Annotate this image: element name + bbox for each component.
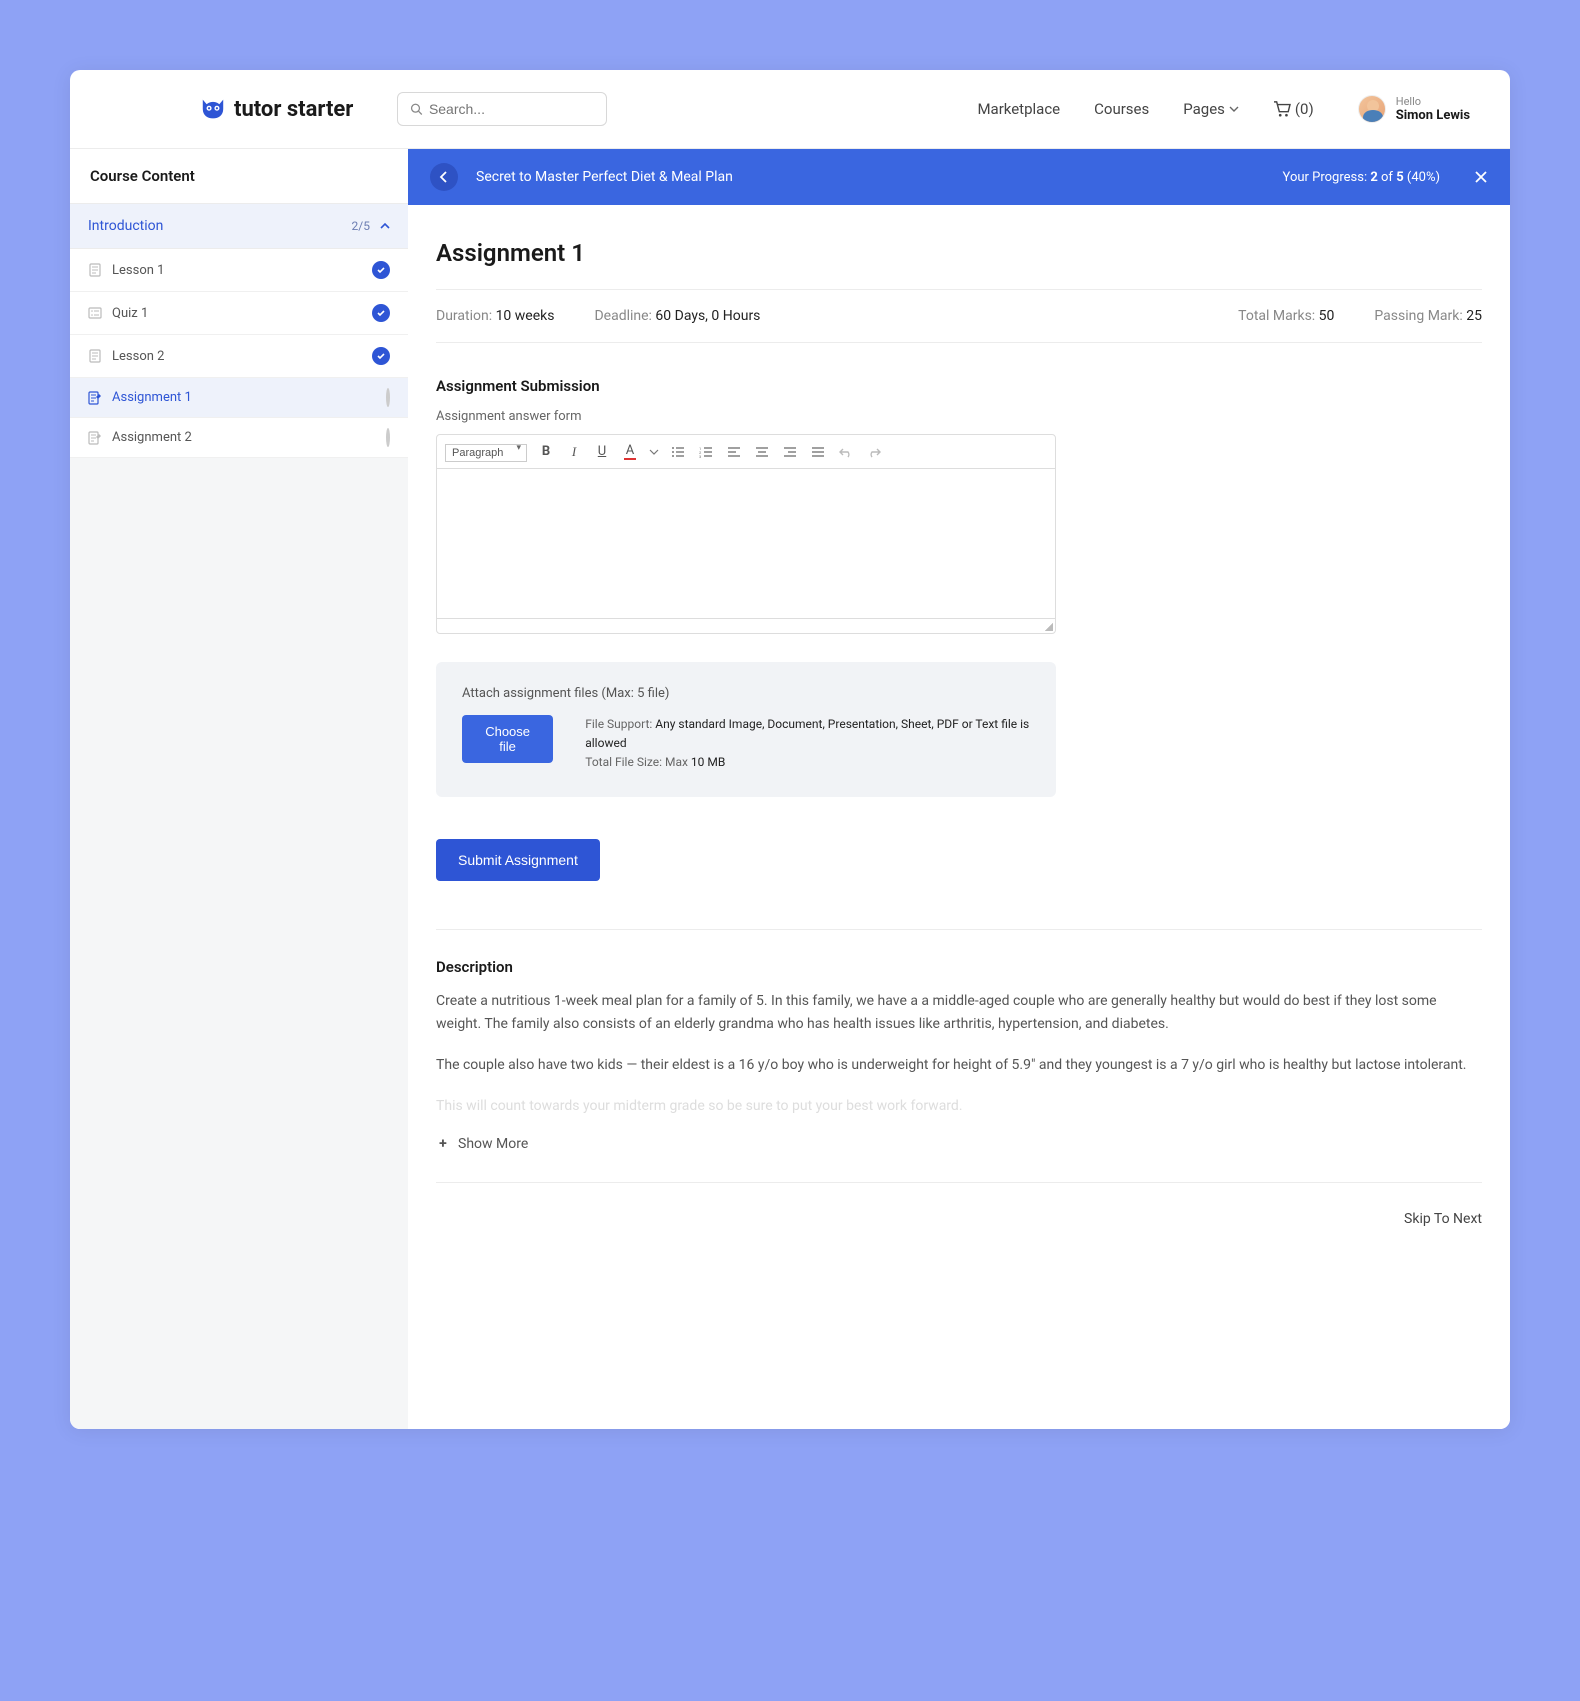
sidebar-item-label: Lesson 1 — [112, 263, 164, 278]
user-text: Hello Simon Lewis — [1396, 95, 1470, 123]
description-title: Description — [436, 958, 1482, 976]
search-box[interactable] — [397, 92, 607, 126]
align-left-button[interactable] — [725, 443, 743, 461]
page-title: Assignment 1 — [436, 239, 1482, 267]
search-icon — [410, 102, 423, 116]
editor: Paragraph B I U A 123 — [436, 434, 1056, 634]
cart-icon — [1273, 101, 1291, 117]
main: Secret to Master Perfect Diet & Meal Pla… — [408, 149, 1510, 1429]
plus-icon: + — [436, 1137, 450, 1151]
user-name: Simon Lewis — [1396, 108, 1470, 123]
cart-count: (0) — [1295, 100, 1314, 118]
content: Assignment 1 Duration: 10 weeks Deadline… — [408, 205, 1510, 1261]
section-introduction[interactable]: Introduction 2/5 — [70, 204, 408, 249]
svg-text:3: 3 — [699, 454, 701, 458]
close-button[interactable] — [1474, 170, 1488, 184]
description-p3: This will count towards your midterm gra… — [436, 1095, 1482, 1118]
show-more-button[interactable]: + Show More — [436, 1136, 1482, 1152]
section-progress: 2/5 — [352, 219, 370, 233]
submit-assignment-button[interactable]: Submit Assignment — [436, 839, 600, 881]
nav-marketplace[interactable]: Marketplace — [977, 100, 1060, 118]
close-icon — [1474, 170, 1488, 184]
italic-button[interactable]: I — [565, 443, 583, 461]
meta-deadline: Deadline: 60 Days, 0 Hours — [594, 308, 760, 324]
progress-text: Your Progress: 2 of 5 (40%) — [1283, 170, 1440, 185]
meta-passing-mark: Passing Mark: 25 — [1374, 308, 1482, 324]
sidebar-item-assignment-1[interactable]: Assignment 1 — [70, 378, 408, 418]
sidebar: Course Content Introduction 2/5 Lesson 1… — [70, 149, 408, 1429]
search-input[interactable] — [429, 101, 594, 117]
back-button[interactable] — [430, 163, 458, 191]
chevron-up-icon — [380, 221, 390, 231]
meta-duration: Duration: 10 weeks — [436, 308, 554, 324]
nav-pages-label: Pages — [1183, 100, 1225, 118]
paragraph-select[interactable]: Paragraph — [445, 444, 527, 462]
form-label: Assignment answer form — [436, 409, 1482, 424]
topnav: Marketplace Courses Pages (0) Hello Simo… — [977, 95, 1470, 123]
attach-title: Attach assignment files (Max: 5 file) — [462, 686, 1030, 701]
redo-button[interactable] — [865, 443, 883, 461]
sidebar-item-assignment-2[interactable]: Assignment 2 — [70, 418, 408, 458]
section-title: Introduction — [88, 218, 163, 234]
file-info: File Support: Any standard Image, Docume… — [585, 715, 1030, 773]
chevron-left-icon — [439, 171, 449, 183]
underline-button[interactable]: U — [593, 443, 611, 461]
numbered-list-button[interactable]: 123 — [697, 443, 715, 461]
user-greeting: Hello — [1396, 95, 1470, 108]
bold-button[interactable]: B — [537, 443, 555, 461]
nav-pages[interactable]: Pages — [1183, 100, 1239, 118]
description-p2: The couple also have two kids — their el… — [436, 1054, 1482, 1077]
assignment-icon — [88, 391, 102, 405]
choose-file-button[interactable]: Choose file — [462, 715, 553, 763]
sidebar-header: Course Content — [70, 149, 408, 204]
text-color-button[interactable]: A — [621, 443, 639, 461]
editor-textarea[interactable] — [437, 469, 1055, 619]
sidebar-item-label: Assignment 1 — [112, 390, 192, 405]
check-icon — [372, 304, 390, 322]
nav-courses[interactable]: Courses — [1094, 100, 1149, 118]
app-shell: tutor starter Marketplace Courses Pages … — [70, 70, 1510, 1429]
footer-row: Skip To Next — [436, 1182, 1482, 1227]
bullet-list-button[interactable] — [669, 443, 687, 461]
meta-total-marks: Total Marks: 50 — [1238, 308, 1334, 324]
assignment-icon — [88, 431, 102, 445]
course-bar: Secret to Master Perfect Diet & Meal Pla… — [408, 149, 1510, 205]
document-icon — [88, 349, 102, 363]
attach-box: Attach assignment files (Max: 5 file) Ch… — [436, 662, 1056, 797]
undo-button[interactable] — [837, 443, 855, 461]
sidebar-item-quiz-1[interactable]: Quiz 1 — [70, 292, 408, 335]
sidebar-item-lesson-1[interactable]: Lesson 1 — [70, 249, 408, 292]
description-p1: Create a nutritious 1-week meal plan for… — [436, 990, 1482, 1036]
chevron-down-icon — [1229, 104, 1239, 114]
editor-toolbar: Paragraph B I U A 123 — [437, 435, 1055, 469]
editor-resize-handle[interactable] — [437, 619, 1055, 633]
align-justify-button[interactable] — [809, 443, 827, 461]
chevron-down-icon[interactable] — [649, 447, 659, 457]
logo-text: tutor starter — [234, 97, 353, 122]
quiz-icon — [88, 306, 102, 320]
skip-to-next-button[interactable]: Skip To Next — [1404, 1211, 1482, 1227]
meta-row: Duration: 10 weeks Deadline: 60 Days, 0 … — [436, 289, 1482, 343]
sidebar-item-label: Quiz 1 — [112, 306, 148, 321]
owl-icon — [200, 98, 226, 120]
check-icon — [372, 347, 390, 365]
avatar — [1358, 95, 1386, 123]
align-right-button[interactable] — [781, 443, 799, 461]
course-title: Secret to Master Perfect Diet & Meal Pla… — [476, 169, 733, 185]
check-icon — [372, 261, 390, 279]
submission-title: Assignment Submission — [436, 377, 1482, 395]
user-block[interactable]: Hello Simon Lewis — [1358, 95, 1470, 123]
cart-button[interactable]: (0) — [1273, 100, 1314, 118]
sidebar-item-label: Assignment 2 — [112, 430, 192, 445]
logo[interactable]: tutor starter — [200, 97, 353, 122]
show-more-label: Show More — [458, 1136, 528, 1152]
sidebar-item-lesson-2[interactable]: Lesson 2 — [70, 335, 408, 378]
status-empty-icon — [386, 388, 390, 407]
align-center-button[interactable] — [753, 443, 771, 461]
topbar: tutor starter Marketplace Courses Pages … — [70, 70, 1510, 148]
document-icon — [88, 263, 102, 277]
sidebar-item-label: Lesson 2 — [112, 349, 164, 364]
status-empty-icon — [386, 428, 390, 447]
